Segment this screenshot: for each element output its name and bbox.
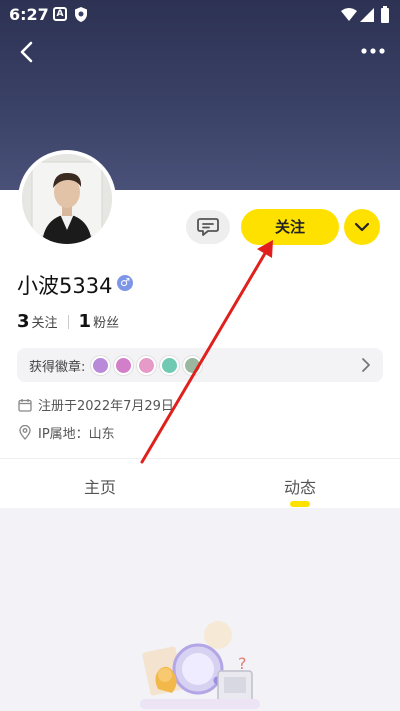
more-dots-icon[interactable] — [360, 40, 386, 62]
badge-icon — [114, 355, 134, 375]
registered-row: 注册于2022年7月29日 — [18, 395, 174, 414]
a-notification-icon: A — [53, 7, 67, 21]
chevron-right-icon — [362, 358, 370, 372]
shield-icon — [75, 7, 87, 22]
location-pin-icon — [19, 425, 31, 440]
badge-icon — [160, 355, 180, 375]
chevron-down-icon — [354, 222, 370, 232]
following-count[interactable]: 3 — [17, 311, 30, 332]
tab-home[interactable]: 主页 — [84, 474, 116, 498]
followers-label[interactable]: 粉丝 — [93, 312, 119, 331]
ip-location: IP属地：山东 — [38, 427, 115, 442]
avatar-image — [22, 154, 112, 244]
gender-male-icon: ♂ — [117, 275, 133, 291]
following-label[interactable]: 关注 — [32, 312, 58, 331]
badge-icon — [183, 355, 203, 375]
wifi-icon — [341, 8, 357, 21]
battery-icon — [381, 8, 389, 23]
status-time: 6:27 — [9, 5, 49, 24]
avatar[interactable] — [18, 150, 116, 248]
follow-options-button[interactable] — [344, 209, 380, 245]
empty-content-area: ? — [0, 509, 400, 711]
badge-icon — [91, 355, 111, 375]
status-right-icons — [341, 6, 389, 23]
stats-divider — [67, 314, 69, 329]
badges-label: 获得徽章: — [29, 359, 86, 375]
svg-text:?: ? — [238, 654, 247, 673]
registered-date: 注册于2022年7月29日 — [38, 399, 174, 414]
tab-posts[interactable]: 动态 — [284, 474, 316, 498]
ip-location-row: IP属地：山东 — [18, 423, 115, 442]
username: 小波5334 — [17, 274, 113, 298]
signal-icon — [360, 8, 374, 22]
chat-bubble-icon — [197, 218, 219, 236]
badges-row[interactable]: 获得徽章: — [17, 348, 383, 382]
followers-count[interactable]: 1 — [79, 311, 92, 332]
status-bar: 6:27 A — [0, 0, 400, 30]
calendar-icon — [18, 398, 32, 412]
follow-stats: 3 关注 1 粉丝 — [17, 311, 119, 332]
active-tab-indicator — [290, 501, 310, 507]
badge-icon — [137, 355, 157, 375]
empty-state-illustration: ? — [140, 621, 260, 709]
message-button[interactable] — [186, 210, 230, 244]
follow-button[interactable]: 关注 — [241, 209, 339, 245]
chevron-left-icon[interactable] — [14, 38, 42, 66]
profile-tabs: 主页 动态 — [0, 458, 400, 508]
